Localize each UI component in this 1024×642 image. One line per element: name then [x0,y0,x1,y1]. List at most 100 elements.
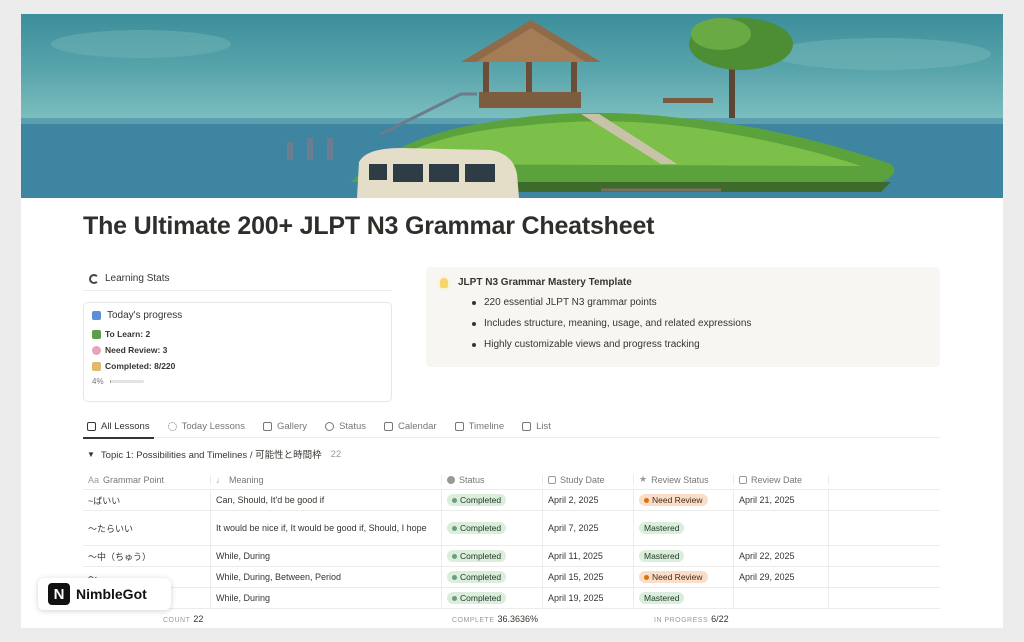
flag-icon [92,361,101,371]
review-badge: Mastered [639,522,685,534]
tab-label: All Lessons [101,421,150,432]
callout-list: 220 essential JLPT N3 grammar points Inc… [472,297,930,350]
review-status-cell[interactable]: Mastered [634,588,734,608]
progress-percent: 4% [92,377,104,386]
nimblegot-badge[interactable]: N NimbleGot [38,578,171,610]
review-date-cell[interactable] [734,588,829,608]
col-review-date[interactable]: Review Date [734,474,829,485]
status-icon [447,475,455,484]
meaning-cell[interactable]: Can, Should, It'd be good if [211,490,442,510]
status-cell[interactable]: Completed [442,546,543,566]
review-status-cell[interactable]: Need Review [634,490,734,510]
need-review-text: Need Review: 3 [105,345,168,355]
meaning-cell[interactable]: While, During, Between, Period [211,567,442,587]
callout-bullet: Includes structure, meaning, usage, and … [472,318,930,329]
lessons-table: Aa Grammar Point ♩ Meaning Status Study … [83,470,940,609]
database-view-tabs: All Lessons Today Lessons Gallery Status… [83,416,940,439]
calendar-icon [384,422,393,431]
group-header[interactable]: ▼ Topic 1: Possibilities and Timelines /… [87,447,342,462]
count-aggregate[interactable]: COUNT 22 [163,614,203,624]
status-cell[interactable]: Completed [442,588,543,608]
review-status-cell[interactable]: Mastered [634,511,734,545]
col-label: Review Date [751,474,803,485]
progress-card: Today's progress To Learn: 2 Need Review… [83,302,392,402]
empty-cell [829,490,940,510]
study-date-cell[interactable]: April 7, 2025 [543,511,634,545]
tab-gallery[interactable]: Gallery [259,416,311,438]
table-row[interactable]: ～ While, During, Between, Period Complet… [83,567,940,588]
grammar-cell[interactable]: ～たらいい [83,511,211,545]
table-row[interactable]: ~ばいい Can, Should, It'd be good if Comple… [83,490,940,511]
empty-cell [829,588,940,608]
callout-bullet: 220 essential JLPT N3 grammar points [472,297,930,308]
learning-stats-header[interactable]: Learning Stats [83,267,392,291]
col-status[interactable]: Status [442,474,543,485]
review-badge: Need Review [639,571,708,583]
review-date-cell[interactable]: April 22, 2025 [734,546,829,566]
study-date-cell[interactable]: April 11, 2025 [543,546,634,566]
tab-today-lessons[interactable]: Today Lessons [164,416,249,438]
tab-label: List [536,421,551,432]
check-circle-icon [325,422,335,431]
table-row[interactable]: While, During Completed April 19, 2025 M… [83,588,940,609]
status-badge: Completed [447,592,507,604]
status-cell[interactable]: Completed [442,490,543,510]
table-icon [87,422,96,431]
meaning-cell[interactable]: While, During [211,546,442,566]
meaning-cell[interactable]: While, During [211,588,442,608]
tab-all-lessons[interactable]: All Lessons [83,416,154,439]
col-grammar-point[interactable]: Aa Grammar Point [83,474,211,485]
review-badge: Mastered [639,592,685,604]
island-illustration [21,18,1003,198]
table-row[interactable]: ～たらいい It would be nice if, It would be g… [83,511,940,546]
grammar-cell[interactable]: ~ばいい [83,490,211,510]
table-header: Aa Grammar Point ♩ Meaning Status Study … [83,470,940,490]
group-count: 22 [330,448,342,460]
tab-status[interactable]: Status [321,416,370,438]
status-badge: Completed [447,571,507,583]
collapse-triangle-icon[interactable]: ▼ [87,450,95,459]
table-row[interactable]: ～中（ちゅう） While, During Completed April 11… [83,546,940,567]
inprogress-aggregate[interactable]: IN PROGRESS 6/22 [654,614,729,624]
review-date-cell[interactable]: April 29, 2025 [734,567,829,587]
page-title: The Ultimate 200+ JLPT N3 Grammar Cheats… [83,212,655,240]
review-status-cell[interactable]: Mastered [634,546,734,566]
progress-bar [109,380,144,383]
status-badge: Completed [447,494,507,506]
status-cell[interactable]: Completed [442,567,543,587]
review-status-cell[interactable]: Need Review [634,567,734,587]
complete-aggregate[interactable]: COMPLETE 36.3636% [452,614,538,624]
chart-ring-icon [89,273,99,284]
study-date-cell[interactable]: April 2, 2025 [543,490,634,510]
status-cell[interactable]: Completed [442,511,543,545]
review-date-cell[interactable] [734,511,829,545]
calendar-icon [739,475,747,484]
empty-cell [829,546,940,566]
tab-calendar[interactable]: Calendar [380,416,441,438]
col-meaning[interactable]: ♩ Meaning [211,474,442,485]
col-review-status[interactable]: ★ Review Status [634,474,734,485]
group-label: Topic 1: Possibilities and Timelines / 可… [100,450,322,461]
tab-timeline[interactable]: Timeline [451,416,509,438]
notion-page: The Ultimate 200+ JLPT N3 Grammar Cheats… [21,14,1003,628]
progress-card-title: Today's progress [107,310,183,321]
review-date-cell[interactable]: April 21, 2025 [734,490,829,510]
sun-icon [167,422,177,431]
tab-label: Gallery [276,421,308,432]
study-date-cell[interactable]: April 15, 2025 [543,567,634,587]
grammar-cell[interactable]: ～中（ちゅう） [83,546,211,566]
template-callout: JLPT N3 Grammar Mastery Template 220 ess… [426,267,940,367]
tab-label: Today Lessons [181,421,245,432]
nimblegot-logo-icon: N [48,583,70,605]
col-label: Meaning [229,474,264,485]
to-learn-text: To Learn: 2 [105,329,151,339]
tab-label: Status [339,421,366,432]
col-study-date[interactable]: Study Date [543,474,634,485]
callout-title: JLPT N3 Grammar Mastery Template [458,277,632,288]
study-date-cell[interactable]: April 19, 2025 [543,588,634,608]
meaning-cell[interactable]: It would be nice if, It would be good if… [211,511,442,545]
tab-list[interactable]: List [518,416,555,438]
callout-bullet: Highly customizable views and progress t… [472,339,930,350]
col-label: Status [459,474,485,485]
progress-bar-fill [109,380,111,383]
